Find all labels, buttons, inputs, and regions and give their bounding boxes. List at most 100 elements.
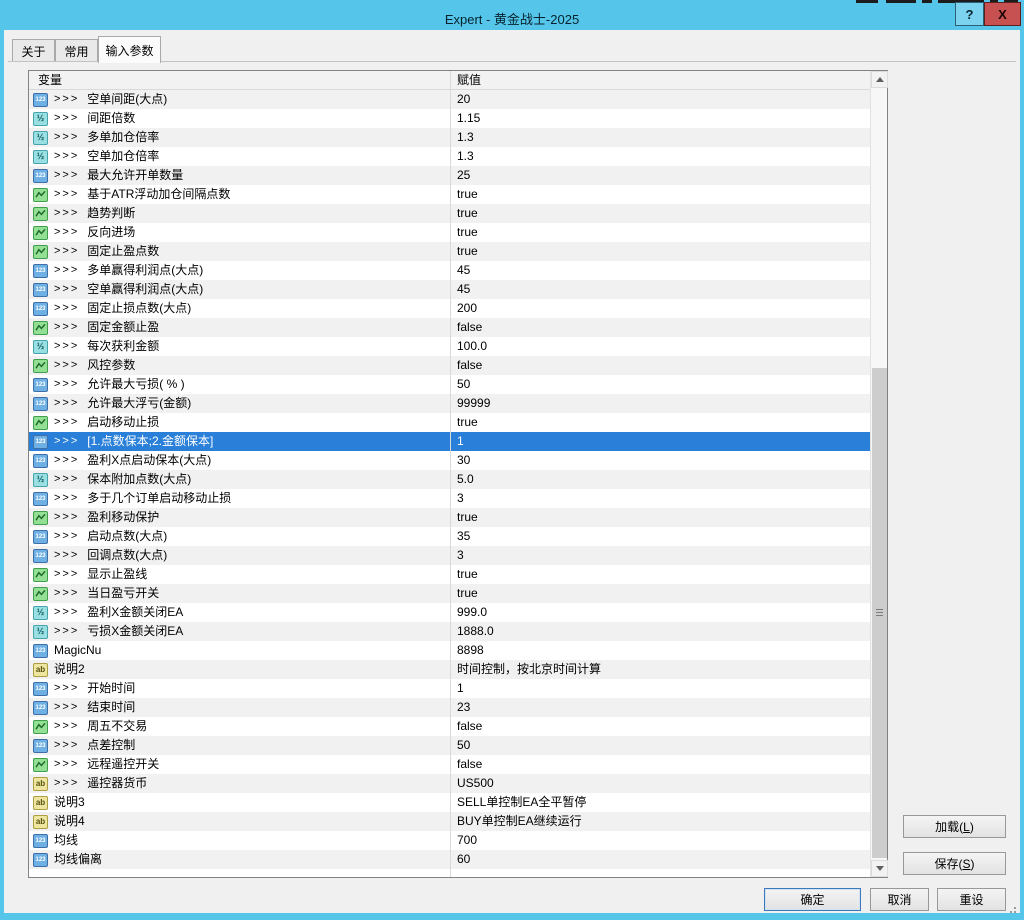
param-name-cell: 123 >>> 点差控制 — [29, 736, 450, 755]
param-value-cell[interactable]: 45 — [450, 280, 870, 299]
save-button[interactable]: 保存(S) — [903, 852, 1006, 875]
double-param-icon: ½ — [33, 473, 48, 487]
param-value-cell[interactable]: 50 — [450, 736, 870, 755]
scrollbar-thumb[interactable] — [872, 368, 887, 858]
param-value-cell[interactable]: 700 — [450, 831, 870, 850]
close-button[interactable]: X — [984, 2, 1021, 26]
tab-about[interactable]: 关于 — [12, 39, 55, 62]
param-prefix: >>> — [54, 451, 79, 470]
int-param-icon: 123 — [33, 378, 48, 392]
param-value-cell[interactable]: 25 — [450, 166, 870, 185]
cancel-button[interactable]: 取消 — [870, 888, 929, 911]
param-value-cell[interactable]: 8898 — [450, 641, 870, 660]
param-value-cell[interactable]: US500 — [450, 774, 870, 793]
param-value-cell[interactable]: 60 — [450, 850, 870, 869]
param-value-cell[interactable]: true — [450, 185, 870, 204]
tab-common[interactable]: 常用 — [55, 39, 98, 62]
param-value-cell[interactable]: 45 — [450, 261, 870, 280]
param-value-cell[interactable]: true — [450, 223, 870, 242]
param-value-cell[interactable]: 20 — [450, 90, 870, 109]
param-name-cell: 123 >>> 回调点数(大点) — [29, 546, 450, 565]
param-label: 启动点数(大点) — [87, 527, 167, 546]
param-value-cell[interactable]: true — [450, 584, 870, 603]
param-prefix: >>> — [54, 565, 79, 584]
column-divider[interactable] — [450, 71, 451, 877]
param-value-cell[interactable]: SELL单控制EA全平暂停 — [450, 793, 870, 812]
param-label: 空单间距(大点) — [87, 90, 167, 109]
param-value-cell[interactable]: 23 — [450, 698, 870, 717]
load-button-label-suffix: ) — [970, 820, 974, 834]
param-value-cell[interactable]: 3 — [450, 489, 870, 508]
reset-button[interactable]: 重设 — [937, 888, 1006, 911]
save-button-accesskey: S — [962, 857, 970, 871]
param-value-cell[interactable]: 50 — [450, 375, 870, 394]
param-value-cell[interactable]: false — [450, 318, 870, 337]
param-value-cell[interactable]: true — [450, 413, 870, 432]
title-bar[interactable]: Expert - 黄金战士-2025 — [0, 3, 1024, 30]
param-value-cell[interactable]: false — [450, 356, 870, 375]
param-name-cell: ½ >>> 盈利X金额关闭EA — [29, 603, 450, 622]
param-name-cell: ab 说明3 — [29, 793, 450, 812]
int-param-icon: 123 — [33, 397, 48, 411]
param-label: 说明2 — [54, 660, 85, 679]
param-value-cell[interactable]: 999.0 — [450, 603, 870, 622]
param-name-cell: ½ >>> 间距倍数 — [29, 109, 450, 128]
param-value-cell[interactable]: true — [450, 508, 870, 527]
param-prefix: >>> — [54, 147, 79, 166]
bool-param-icon — [33, 207, 48, 221]
param-value-cell[interactable]: 1.15 — [450, 109, 870, 128]
param-prefix: >>> — [54, 736, 79, 755]
param-value-cell[interactable]: 1888.0 — [450, 622, 870, 641]
scrollbar-down-button[interactable] — [871, 860, 888, 877]
help-button[interactable]: ? — [955, 2, 984, 26]
param-value-cell[interactable]: true — [450, 242, 870, 261]
string-param-icon: ab — [33, 663, 48, 677]
int-param-icon: 123 — [33, 739, 48, 753]
param-label: 固定止损点数(大点) — [87, 299, 191, 318]
param-name-cell: >>> 风控参数 — [29, 356, 450, 375]
param-value-cell[interactable]: true — [450, 565, 870, 584]
bool-param-icon — [33, 188, 48, 202]
param-prefix: >>> — [54, 356, 79, 375]
dialog-window: Expert - 黄金战士-2025 ? X 关于 常用 输入参数 变量 赋值 … — [0, 0, 1024, 920]
param-value-cell[interactable]: 99999 — [450, 394, 870, 413]
param-value-cell[interactable]: 30 — [450, 451, 870, 470]
double-param-icon: ½ — [33, 606, 48, 620]
param-label: 多单赢得利润点(大点) — [87, 261, 203, 280]
param-name-cell: 123 >>> 多单赢得利润点(大点) — [29, 261, 450, 280]
param-value-cell[interactable]: 5.0 — [450, 470, 870, 489]
param-value-cell[interactable]: 200 — [450, 299, 870, 318]
ok-button[interactable]: 确定 — [764, 888, 861, 911]
int-param-icon: 123 — [33, 302, 48, 316]
bool-param-icon — [33, 226, 48, 240]
tab-inputs[interactable]: 输入参数 — [98, 36, 161, 63]
param-name-cell: ½ >>> 保本附加点数(大点) — [29, 470, 450, 489]
param-prefix: >>> — [54, 242, 79, 261]
double-param-icon: ½ — [33, 131, 48, 145]
scrollbar-up-button[interactable] — [871, 71, 888, 88]
param-value-cell[interactable]: 1.3 — [450, 128, 870, 147]
chevron-up-icon — [876, 77, 884, 82]
param-value-cell[interactable]: 时间控制，按北京时间计算 — [450, 660, 870, 679]
resize-grip[interactable] — [1014, 907, 1016, 909]
param-prefix: >>> — [54, 413, 79, 432]
param-value-cell[interactable]: true — [450, 204, 870, 223]
param-value-cell[interactable]: 1 — [450, 432, 870, 451]
double-param-icon: ½ — [33, 625, 48, 639]
vertical-scrollbar[interactable] — [870, 71, 887, 877]
param-prefix: >>> — [54, 470, 79, 489]
param-value-cell[interactable]: false — [450, 755, 870, 774]
double-param-icon: ½ — [33, 150, 48, 164]
param-value-cell[interactable]: false — [450, 717, 870, 736]
param-value-cell[interactable]: 3 — [450, 546, 870, 565]
param-value-cell[interactable]: 35 — [450, 527, 870, 546]
param-value-cell[interactable]: 100.0 — [450, 337, 870, 356]
bool-param-icon — [33, 359, 48, 373]
param-label: 间距倍数 — [87, 109, 135, 128]
param-value-cell[interactable]: 1.3 — [450, 147, 870, 166]
param-value-cell[interactable]: BUY单控制EA继续运行 — [450, 812, 870, 831]
param-name-cell: 123 >>> 开始时间 — [29, 679, 450, 698]
param-value-cell[interactable]: 1 — [450, 679, 870, 698]
load-button[interactable]: 加载(L) — [903, 815, 1006, 838]
int-param-icon: 123 — [33, 530, 48, 544]
